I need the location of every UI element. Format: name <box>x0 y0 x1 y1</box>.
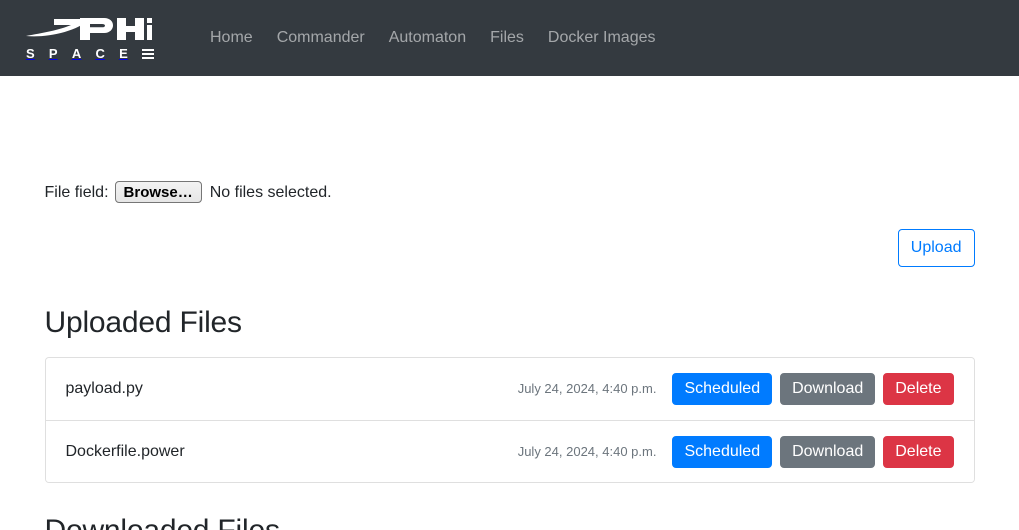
browse-button[interactable]: Browse… <box>114 181 202 203</box>
file-timestamp: July 24, 2024, 4:40 p.m. <box>517 381 657 396</box>
navbar-links: Home Commander Automaton Files Docker Im… <box>198 18 667 58</box>
page-content: File field: Browse… No files selected. U… <box>0 76 1019 530</box>
scheduled-button[interactable]: Scheduled <box>672 373 773 405</box>
brand-letter-a: A <box>71 45 82 61</box>
file-name: payload.py <box>65 380 143 397</box>
row-actions: July 24, 2024, 4:40 p.m. Scheduled Downl… <box>517 435 954 468</box>
download-button[interactable]: Download <box>780 373 876 405</box>
nav-link-files[interactable]: Files <box>478 18 536 58</box>
file-field-label: File field: <box>44 183 109 201</box>
table-row: payload.py July 24, 2024, 4:40 p.m. Sche… <box>45 358 974 420</box>
nav-link-automaton[interactable]: Automaton <box>377 18 478 58</box>
row-actions: July 24, 2024, 4:40 p.m. Scheduled Downl… <box>518 373 954 405</box>
brand-letter-s: S <box>26 45 35 61</box>
brand-letter-c: C <box>95 45 105 61</box>
hamburger-bars-icon <box>141 48 154 59</box>
content-container: File field: Browse… No files selected. U… <box>44 76 975 530</box>
brand-letter-p: P <box>48 45 58 61</box>
table-row: Dockerfile.power July 24, 2024, 4:40 p.m… <box>45 420 974 482</box>
uploaded-files-list: payload.py July 24, 2024, 4:40 p.m. Sche… <box>44 357 975 483</box>
no-files-selected-text: No files selected. <box>209 183 332 201</box>
delete-button[interactable]: Delete <box>883 435 954 468</box>
nav-link-commander[interactable]: Commander <box>265 18 377 58</box>
brand-subtitle: S P A C E <box>24 45 154 61</box>
file-timestamp: July 24, 2024, 4:40 p.m. <box>517 443 657 459</box>
download-button[interactable]: Download <box>780 435 876 468</box>
uploaded-files-heading: Uploaded Files <box>44 306 243 339</box>
delete-button[interactable]: Delete <box>883 373 954 405</box>
downloaded-files-heading: Downloaded Files <box>45 513 975 530</box>
nav-link-docker-images[interactable]: Docker Images <box>536 18 668 58</box>
file-field-row: File field: Browse… No files selected. <box>45 76 975 203</box>
dphi-wordmark-icon <box>26 17 152 40</box>
brand-logo[interactable]: S P A C E <box>24 16 156 61</box>
top-navbar: S P A C E Home Commander Automaton Files… <box>0 0 1019 76</box>
upload-button[interactable]: Upload <box>897 229 975 267</box>
upload-button-row: Upload <box>45 229 975 267</box>
file-name: Dockerfile.power <box>65 442 185 460</box>
scheduled-button[interactable]: Scheduled <box>672 435 773 468</box>
brand-letter-e: E <box>119 45 128 61</box>
nav-link-home[interactable]: Home <box>198 18 265 58</box>
